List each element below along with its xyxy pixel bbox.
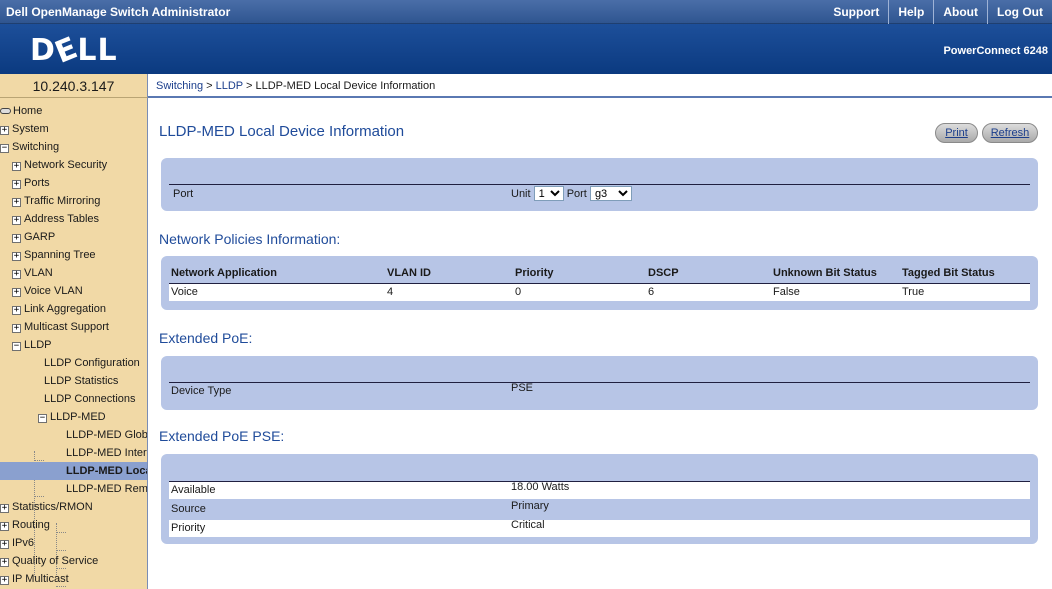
sidebar-item-address-tables[interactable]: + Address Tables [12, 210, 99, 228]
dell-logo: DELL [30, 30, 118, 71]
expand-icon[interactable]: + [12, 252, 21, 261]
network-policies-panel: Network Application VLAN ID Priority DSC… [161, 256, 1038, 310]
sidebar-item-lldp[interactable]: − LLDP [12, 336, 52, 354]
device-type-label: Device Type [171, 385, 232, 397]
expand-icon[interactable]: + [0, 576, 9, 585]
breadcrumb-lldp[interactable]: LLDP [216, 80, 243, 92]
sidebar-item-lldp-med-global[interactable]: LLDP-MED Glob [66, 426, 147, 444]
col-unknown-bit-status: Unknown Bit Status [773, 267, 877, 279]
col-network-application: Network Application [171, 267, 277, 279]
print-button[interactable]: Print [935, 123, 978, 143]
expand-icon[interactable]: + [12, 198, 21, 207]
breadcrumb: Switching > LLDP > LLDP-MED Local Device… [148, 74, 1052, 98]
unit-label: Unit [511, 188, 531, 200]
port-row: Port Unit 1 Port g3 [169, 185, 1030, 203]
breadcrumb-switching[interactable]: Switching [156, 80, 203, 92]
expand-icon[interactable]: + [12, 288, 21, 297]
port-panel: Port Unit 1 Port g3 [161, 158, 1038, 211]
extended-poe-panel: Device Type PSE [161, 356, 1038, 410]
breadcrumb-current: > LLDP-MED Local Device Information [242, 80, 436, 92]
policies-header-row: Network Application VLAN ID Priority DSC… [169, 265, 1030, 282]
help-link[interactable]: Help [888, 0, 933, 24]
extended-poe-pse-title: Extended PoE PSE: [159, 428, 285, 444]
sidebar-item-ip-multicast[interactable]: + IP Multicast [0, 570, 69, 588]
support-link[interactable]: Support [824, 0, 888, 24]
expand-icon[interactable]: + [0, 504, 9, 513]
sidebar-item-network-security[interactable]: + Network Security [12, 156, 107, 174]
sidebar-item-system[interactable]: + System [0, 120, 49, 138]
sidebar-item-lldp-med-interface[interactable]: LLDP-MED Interf [66, 444, 147, 462]
sidebar-item-spanning-tree[interactable]: + Spanning Tree [12, 246, 96, 264]
expand-icon[interactable]: + [12, 234, 21, 243]
sidebar-item-statistics-rmon[interactable]: + Statistics/RMON [0, 498, 93, 516]
title-bar: Dell OpenManage Switch Administrator Sup… [0, 0, 1052, 24]
col-dscp: DSCP [648, 267, 679, 279]
sidebar-tree: Home + System − Switching + Network Securit… [0, 98, 148, 589]
sidebar-item-lldp-med-local[interactable]: LLDP-MED Loca [0, 462, 147, 480]
pse-row-source: Source Primary [171, 500, 549, 515]
sidebar-item-link-aggregation[interactable]: + Link Aggregation [12, 300, 106, 318]
port-select[interactable]: g3 [589, 186, 632, 201]
expand-icon[interactable]: + [0, 126, 9, 135]
collapse-icon[interactable]: − [0, 144, 9, 153]
expand-icon[interactable]: + [12, 270, 21, 279]
sidebar-item-lldp-connections[interactable]: LLDP Connections [44, 390, 136, 408]
logout-link[interactable]: Log Out [987, 0, 1052, 24]
sidebar-item-home[interactable]: Home [0, 102, 42, 120]
port-select-label: Port [566, 188, 587, 200]
sidebar-item-lldp-configuration[interactable]: LLDP Configuration [44, 354, 140, 372]
sidebar-item-lldp-med[interactable]: − LLDP-MED [38, 408, 106, 426]
sidebar-item-lldp-statistics[interactable]: LLDP Statistics [44, 372, 118, 390]
network-policies-title: Network Policies Information: [159, 231, 341, 247]
expand-icon[interactable]: + [12, 216, 21, 225]
sidebar-item-multicast-support[interactable]: + Multicast Support [12, 318, 109, 336]
device-ip: 10.240.3.147 [0, 74, 148, 98]
sidebar-item-ipv6[interactable]: + IPv6 [0, 534, 34, 552]
about-link[interactable]: About [933, 0, 987, 24]
sidebar-item-voice-vlan[interactable]: + Voice VLAN [12, 282, 83, 300]
table-row: Voice 4 0 6 False True [169, 284, 1030, 301]
expand-icon[interactable]: + [12, 180, 21, 189]
unit-select[interactable]: 1 [533, 186, 564, 201]
top-links: Support Help About Log Out [824, 0, 1052, 24]
expand-icon[interactable]: + [12, 324, 21, 333]
model-name: PowerConnect 6248 [943, 45, 1048, 57]
expand-icon[interactable]: + [12, 162, 21, 171]
device-type-value: PSE [511, 382, 534, 394]
expand-icon[interactable]: + [0, 522, 9, 531]
col-vlan-id: VLAN ID [387, 267, 431, 279]
expand-icon[interactable]: + [12, 306, 21, 315]
collapse-icon[interactable]: − [38, 414, 47, 423]
breadcrumb-separator: > [203, 80, 216, 92]
col-tagged-bit-status: Tagged Bit Status [902, 267, 995, 279]
sidebar-item-traffic-mirroring[interactable]: + Traffic Mirroring [12, 192, 100, 210]
extended-poe-title: Extended PoE: [159, 330, 253, 346]
expand-icon[interactable]: + [0, 558, 9, 567]
brand-bar: DELL PowerConnect 6248 [0, 24, 1052, 74]
device-type-row: Device Type PSE [169, 382, 1030, 400]
port-label: Port [173, 188, 194, 200]
sidebar-item-routing[interactable]: + Routing [0, 516, 50, 534]
sidebar-item-ports[interactable]: + Ports [12, 174, 50, 192]
col-priority: Priority [515, 267, 554, 279]
page-title: LLDP-MED Local Device Information [159, 123, 405, 140]
extended-poe-pse-panel: Available 18.00 Watts Source Primary Pri… [161, 454, 1038, 544]
pse-row-available: Available 18.00 Watts [169, 481, 1030, 499]
sidebar-item-switching[interactable]: − Switching [0, 138, 59, 156]
sidebar-item-vlan[interactable]: + VLAN [12, 264, 53, 282]
expand-icon[interactable]: + [0, 540, 9, 549]
pse-row-priority: Priority Critical [169, 519, 1030, 537]
sidebar-item-lldp-med-remote[interactable]: LLDP-MED Rem [66, 480, 147, 498]
main-content: LLDP-MED Local Device Information Print … [148, 98, 1052, 589]
sidebar-item-garp[interactable]: + GARP [12, 228, 55, 246]
app-title: Dell OpenManage Switch Administrator [6, 5, 231, 19]
refresh-button[interactable]: Refresh [982, 123, 1038, 143]
collapse-icon[interactable]: − [12, 342, 21, 351]
sidebar-item-quality-of-service[interactable]: + Quality of Service [0, 552, 98, 570]
home-icon [0, 108, 11, 114]
